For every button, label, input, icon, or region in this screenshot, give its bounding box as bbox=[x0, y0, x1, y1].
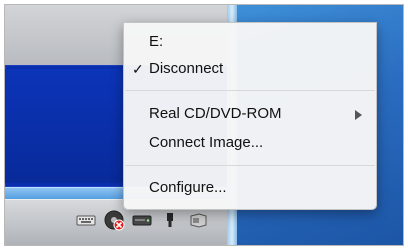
menu-item-label: Configure... bbox=[149, 179, 227, 196]
keyboard-icon[interactable] bbox=[75, 211, 97, 229]
menu-item-label: Disconnect bbox=[149, 60, 224, 77]
submenu-arrow-icon bbox=[355, 110, 362, 120]
menu-item-disconnect[interactable]: ✓ Disconnect bbox=[124, 58, 376, 80]
checkmark-icon: ✓ bbox=[132, 61, 144, 77]
menu-item-label: Connect Image... bbox=[149, 134, 264, 151]
cd-dvd-context-menu: E: ✓ Disconnect Real CD/DVD-ROM Connect … bbox=[123, 22, 377, 210]
menu-separator bbox=[125, 165, 375, 166]
status-icon-group bbox=[75, 208, 209, 232]
cd-drive-icon[interactable] bbox=[103, 209, 125, 231]
menu-item-label: E: bbox=[149, 33, 164, 50]
menu-item-configure[interactable]: Configure... bbox=[124, 177, 376, 199]
menu-item-label: Real CD/DVD-ROM bbox=[149, 105, 282, 122]
menu-item-drive-letter: E: bbox=[124, 31, 376, 53]
menu-item-connect-image[interactable]: Connect Image... bbox=[124, 132, 376, 154]
hard-disk-icon[interactable] bbox=[131, 211, 153, 229]
usb-icon[interactable] bbox=[159, 211, 181, 229]
menu-separator bbox=[125, 90, 375, 91]
menu-item-real-cd-dvd-rom[interactable]: Real CD/DVD-ROM bbox=[124, 103, 376, 125]
network-icon[interactable] bbox=[187, 211, 209, 229]
